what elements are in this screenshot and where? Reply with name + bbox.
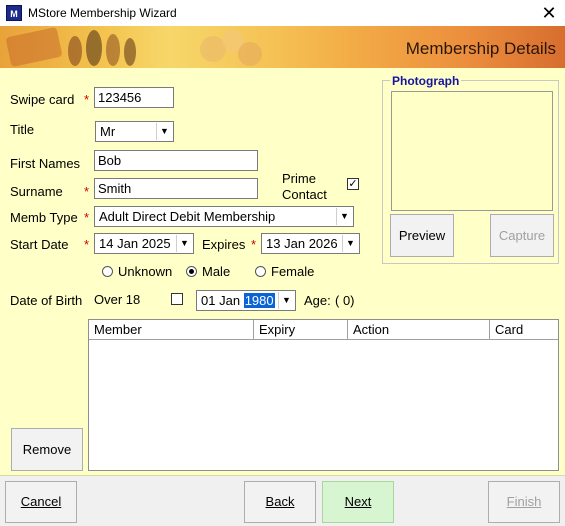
- memb-type-label: Memb Type: [10, 210, 78, 225]
- title-select[interactable]: Mr ▼: [95, 121, 174, 142]
- prime-contact-checkbox[interactable]: ✓: [347, 178, 359, 190]
- over18-label: Over 18: [94, 292, 141, 307]
- back-button-label: Back: [265, 494, 295, 509]
- members-table[interactable]: Member Expiry Action Card: [88, 319, 559, 471]
- start-date-day: 14: [99, 236, 114, 251]
- cancel-button[interactable]: Cancel: [5, 481, 77, 523]
- banner-person-image: [124, 38, 136, 66]
- finish-button-label: Finish: [506, 494, 542, 509]
- dob-date-picker[interactable]: 01 Jan 1980 ▼: [196, 290, 296, 311]
- gender-female-label: Female: [271, 264, 315, 279]
- preview-button[interactable]: Preview: [390, 214, 454, 257]
- over18-checkbox[interactable]: [171, 293, 183, 305]
- capture-button[interactable]: Capture: [490, 214, 554, 257]
- gender-radio-unknown[interactable]: [102, 266, 113, 277]
- remove-button[interactable]: Remove: [11, 428, 83, 471]
- gender-radio-male[interactable]: [186, 266, 197, 277]
- window-title: MStore Membership Wizard: [28, 6, 177, 20]
- photo-frame: [391, 91, 553, 211]
- gender-male-label: Male: [202, 264, 231, 279]
- memb-type-value: Adult Direct Debit Membership: [99, 209, 276, 224]
- chevron-down-icon[interactable]: ▼: [342, 235, 358, 252]
- expires-month: Jan: [284, 236, 306, 251]
- chevron-down-icon[interactable]: ▼: [278, 292, 294, 309]
- surname-input[interactable]: Smith: [94, 178, 258, 199]
- gender-unknown-label: Unknown: [118, 264, 173, 279]
- cancel-button-label: Cancel: [20, 494, 62, 509]
- swipe-card-input[interactable]: 123456: [94, 87, 174, 108]
- header-banner: Membership Details: [0, 26, 565, 68]
- memb-type-select[interactable]: Adult Direct Debit Membership ▼: [94, 206, 354, 227]
- surname-label: Surname: [10, 184, 63, 199]
- banner-person-image: [86, 30, 102, 66]
- finish-button[interactable]: Finish: [488, 481, 560, 523]
- column-header-action[interactable]: Action: [348, 320, 490, 340]
- dob-label: Date of Birth: [10, 293, 83, 308]
- chevron-down-icon[interactable]: ▼: [176, 235, 192, 252]
- next-button[interactable]: Next: [322, 481, 394, 523]
- column-header-expiry[interactable]: Expiry: [254, 320, 348, 340]
- gender-radio-female[interactable]: [255, 266, 266, 277]
- expires-day: 13: [266, 236, 281, 251]
- chevron-down-icon[interactable]: ▼: [336, 208, 352, 225]
- required-marker: *: [84, 237, 90, 252]
- page-title: Membership Details: [405, 39, 556, 58]
- expires-year: 2026: [308, 236, 338, 251]
- required-marker: *: [84, 92, 90, 107]
- required-marker: *: [84, 184, 90, 199]
- column-header-member[interactable]: Member: [89, 320, 254, 340]
- close-icon[interactable]: ✕: [537, 2, 561, 24]
- prime-contact-label-line2: Contact: [282, 187, 327, 202]
- required-marker: *: [84, 210, 90, 225]
- expires-date-picker[interactable]: 13 Jan 2026 ▼: [261, 233, 360, 254]
- required-marker: *: [251, 237, 257, 252]
- dob-month: Jan: [219, 293, 241, 308]
- age-value: ( 0): [335, 293, 355, 308]
- start-date-picker[interactable]: 14 Jan 2025 ▼: [94, 233, 194, 254]
- title-label: Title: [10, 122, 35, 137]
- first-names-input[interactable]: Bob: [94, 150, 258, 171]
- banner-card-image: [5, 26, 63, 68]
- chevron-down-icon[interactable]: ▼: [156, 123, 172, 140]
- age-label: Age:: [304, 293, 331, 308]
- banner-person-image: [106, 34, 120, 66]
- first-names-label: First Names: [10, 156, 81, 171]
- back-button[interactable]: Back: [244, 481, 316, 523]
- title-value: Mr: [100, 124, 116, 139]
- dob-day: 01: [201, 293, 216, 308]
- banner-person-image: [68, 36, 82, 66]
- next-button-label: Next: [344, 494, 372, 509]
- start-date-month: Jan: [117, 236, 139, 251]
- dob-year[interactable]: 1980: [243, 293, 275, 308]
- app-icon: M: [6, 5, 22, 21]
- column-header-card[interactable]: Card: [490, 320, 558, 340]
- start-date-label: Start Date: [10, 237, 69, 252]
- swipe-card-label: Swipe card: [10, 92, 75, 107]
- expires-label: Expires: [202, 237, 246, 252]
- start-date-year: 2025: [141, 236, 171, 251]
- prime-contact-label-line1: Prime: [282, 171, 316, 186]
- photograph-legend: Photograph: [390, 74, 462, 88]
- banner-coin-image: [238, 42, 262, 66]
